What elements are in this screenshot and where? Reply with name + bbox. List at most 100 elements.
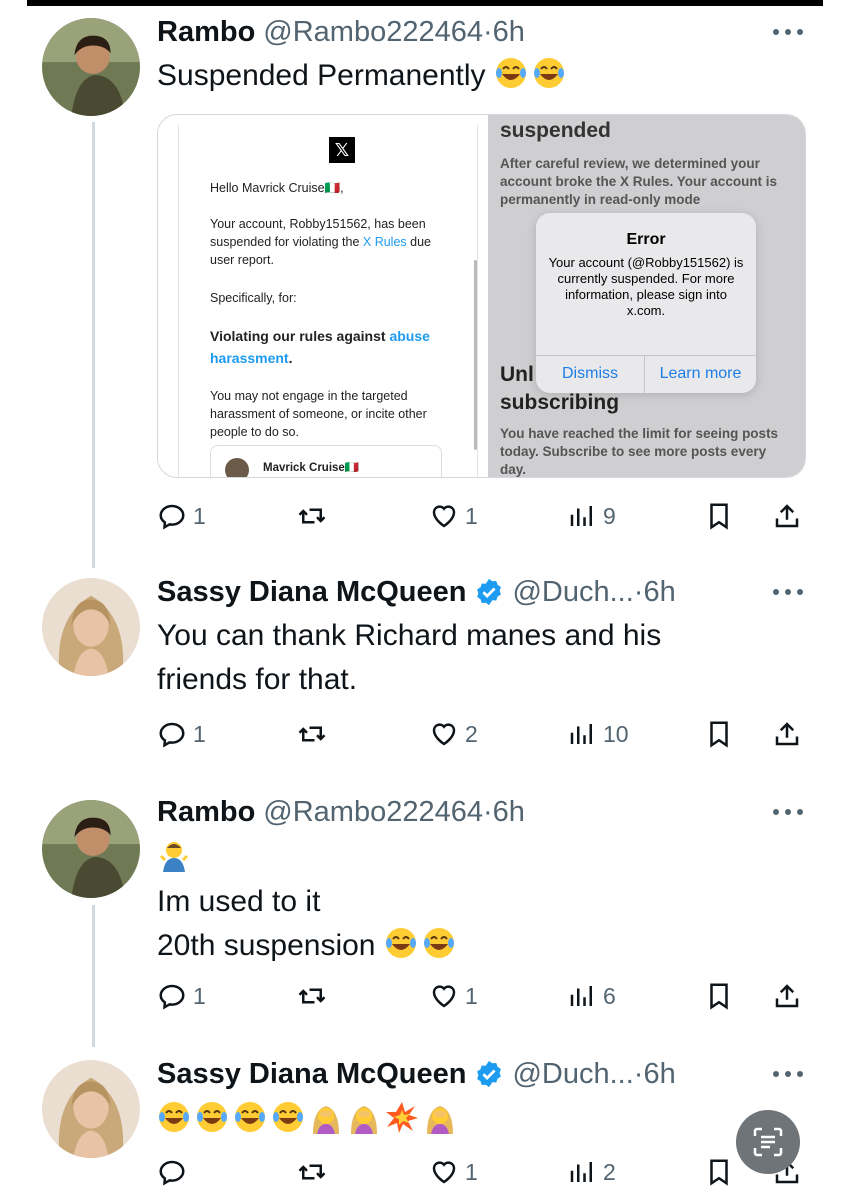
bookmark-button[interactable] [704, 976, 734, 1016]
views-button[interactable]: 2 [567, 1152, 616, 1192]
laughing-crying-icon [197, 1102, 227, 1132]
reply-icon [159, 722, 185, 748]
reply-button[interactable]: 1 [157, 714, 206, 754]
like-button[interactable]: 1 [429, 496, 478, 536]
more-icon[interactable] [770, 1064, 806, 1084]
user-handle[interactable]: @Rambo222464 [263, 796, 483, 829]
suspended-title: suspended [500, 119, 611, 142]
share-icon [775, 722, 799, 746]
bookmark-button[interactable] [704, 1152, 734, 1192]
reply-count: 1 [193, 720, 206, 747]
repost-icon [298, 988, 326, 1004]
repost-button[interactable] [297, 976, 333, 1016]
mini-avatar [225, 458, 249, 477]
collision-icon [386, 1102, 418, 1133]
man-shrugging-icon [159, 842, 189, 872]
share-button[interactable] [772, 496, 802, 536]
timestamp[interactable]: ·6h [483, 16, 525, 49]
bookmark-button[interactable] [704, 714, 734, 754]
repost-button[interactable] [297, 1152, 333, 1192]
like-count: 1 [465, 502, 478, 529]
view-count: 9 [603, 502, 616, 529]
limit-message: You have reached the limit for seeing po… [500, 426, 779, 477]
tweet-text-line: Suspended Permanently [157, 59, 486, 92]
scan-text-button[interactable] [736, 1110, 800, 1174]
user-name[interactable]: Rambo [157, 796, 255, 829]
tweet-text: Im used to it 20th suspension [157, 836, 797, 968]
repost-button[interactable] [297, 496, 333, 536]
like-button[interactable]: 1 [429, 976, 478, 1016]
avatar[interactable] [42, 18, 140, 116]
laughing-crying-icon [235, 1102, 265, 1132]
email-profile-card: Mavrick Cruise🇮🇹 [210, 445, 442, 477]
user-name[interactable]: Sassy Diana McQueen [157, 576, 466, 609]
views-icon [570, 1162, 592, 1182]
email-engage: You may not engage in the targeted haras… [210, 389, 427, 439]
email-violation: Violating our rules against abuse harassm… [210, 328, 430, 366]
email-specifically: Specifically, for: [210, 291, 297, 305]
tweet-actions: 1 1 9 [157, 496, 807, 536]
heart-icon [432, 1161, 456, 1184]
like-button[interactable]: 1 [429, 1152, 478, 1192]
like-count: 1 [465, 982, 478, 1009]
laughing-crying-icon [385, 928, 416, 958]
user-handle[interactable]: @Duch... [512, 576, 633, 609]
bookmark-icon [710, 983, 728, 1010]
reply-count: 1 [193, 502, 206, 529]
tweet-text: Suspended Permanently [157, 54, 797, 98]
reply-button[interactable]: 1 [157, 976, 206, 1016]
harassment-link: harassment [210, 350, 289, 366]
error-alert: Error Your account (@Robby151562) is cur… [536, 213, 756, 393]
reply-icon [159, 504, 185, 530]
more-icon[interactable] [770, 582, 806, 602]
tweet-text-line: friends for that. [157, 663, 358, 696]
share-icon [775, 504, 799, 528]
laughing-crying-icon [159, 1102, 189, 1132]
heart-icon [432, 723, 456, 746]
more-icon[interactable] [770, 802, 806, 822]
share-button[interactable] [772, 714, 802, 754]
tweet-media-image[interactable]: 𝕏 Hello Mavrick Cruise🇮🇹, Your account, … [157, 114, 806, 478]
thread-line [92, 905, 95, 1047]
user-name[interactable]: Sassy Diana McQueen [157, 1058, 466, 1091]
laughing-crying-icon [533, 58, 564, 88]
timestamp[interactable]: ·6h [634, 1058, 676, 1091]
timestamp[interactable]: ·6h [634, 576, 676, 609]
views-button[interactable]: 10 [567, 714, 629, 754]
verified-badge-icon [477, 1060, 502, 1088]
avatar[interactable] [42, 1060, 140, 1158]
views-button[interactable]: 9 [567, 496, 616, 536]
more-icon[interactable] [770, 22, 806, 42]
tweet-text-line: 20th suspension [157, 929, 376, 962]
avatar[interactable] [42, 578, 140, 676]
thread-line [92, 122, 95, 568]
avatar[interactable] [42, 800, 140, 898]
timestamp[interactable]: ·6h [483, 796, 525, 829]
violation-text: Violating our rules against [210, 328, 390, 344]
user-handle[interactable]: @Rambo222464 [263, 16, 483, 49]
repost-icon [298, 726, 326, 742]
tweet-actions: 1 1 6 [157, 976, 807, 1016]
reply-button[interactable]: 1 [157, 496, 206, 536]
views-button[interactable]: 6 [567, 976, 616, 1016]
learn-more-button: Learn more [659, 365, 742, 382]
views-icon [570, 986, 592, 1006]
share-icon [775, 984, 799, 1008]
email-screenshot: 𝕏 Hello Mavrick Cruise🇮🇹, Your account, … [158, 115, 488, 477]
share-button[interactable] [772, 976, 802, 1016]
user-handle[interactable]: @Duch... [512, 1058, 633, 1091]
user-name[interactable]: Rambo [157, 16, 255, 49]
bookmark-button[interactable] [704, 496, 734, 536]
reply-icon [159, 984, 185, 1010]
x-logo-icon: 𝕏 [329, 137, 355, 163]
reply-button[interactable] [157, 1152, 193, 1192]
top-bar [27, 0, 823, 6]
view-count: 2 [603, 1158, 616, 1185]
reply-count: 1 [193, 982, 206, 1009]
laughing-crying-icon [495, 58, 526, 88]
like-button[interactable]: 2 [429, 714, 478, 754]
suspended-body: After careful review, we determined your… [500, 156, 778, 207]
repost-button[interactable] [297, 714, 333, 754]
repost-icon [298, 1164, 326, 1180]
view-count: 6 [603, 982, 616, 1009]
